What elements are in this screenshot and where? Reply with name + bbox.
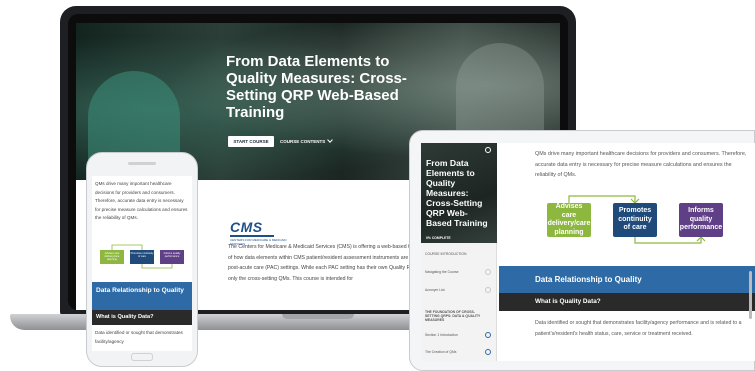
- sidebar-item-foundation[interactable]: THE FOUNDATION OF CROSS-SETTING QRPS: DA…: [425, 310, 481, 323]
- lesson-content: QMs drive many important healthcare deci…: [499, 143, 755, 361]
- sidebar-item-acronym-list[interactable]: Acronym List: [425, 287, 493, 293]
- sidebar-item-label: COURSE INTRODUCTION: [425, 252, 467, 256]
- sub-heading: What is Quality Data?: [92, 310, 192, 325]
- start-course-button[interactable]: START COURSE: [228, 136, 274, 147]
- diagram-box-promotes: Promotes continuity of care: [130, 250, 154, 264]
- chevron-down-icon: [327, 137, 334, 143]
- progress-circle-icon: [485, 349, 491, 355]
- laptop-notch: [282, 314, 354, 319]
- phone-paragraph-2: Data identified or sought that demonstra…: [95, 330, 183, 344]
- sidebar-item-label: The Creation of QMs: [425, 350, 457, 354]
- section-heading: Data Relationship to Quality: [499, 266, 755, 293]
- sidebar-item-navigating[interactable]: Navigating the Course: [425, 269, 493, 275]
- diagram-box-informs: Informs quality performance: [160, 250, 184, 264]
- phone-paragraph: QMs drive many important healthcare deci…: [95, 181, 188, 221]
- cms-logo: CMS: [230, 219, 263, 235]
- cms-logo-underline: [230, 235, 274, 237]
- sidebar-course-title: From Data Elements to Quality Measures: …: [426, 158, 488, 228]
- diagram-box-informs: Informs quality performance: [679, 203, 723, 237]
- search-icon[interactable]: [485, 147, 491, 153]
- sidebar-item-section1-intro[interactable]: Section 1 Introduction: [425, 332, 493, 338]
- sidebar-item-label: Navigating the Course: [425, 270, 459, 274]
- progress-circle-icon: [485, 332, 491, 338]
- sidebar-item-creation-of-qms[interactable]: The Creation of QMs: [425, 349, 493, 355]
- phone-speaker: [128, 162, 156, 165]
- progress-circle-icon: [485, 287, 491, 293]
- diagram-box-promotes: Promotes continuity of care: [613, 203, 657, 237]
- tablet-screen: From Data Elements to Quality Measures: …: [421, 143, 755, 361]
- course-sidebar: From Data Elements to Quality Measures: …: [421, 143, 497, 361]
- sidebar-item-label: Acronym List: [425, 288, 445, 292]
- phone-diagram: Advises care delivery/care planning Prom…: [100, 242, 184, 270]
- quality-diagram: Advises care delivery/care planning Prom…: [547, 195, 747, 245]
- section-heading: Data Relationship to Quality: [92, 282, 192, 310]
- diagram-box-advises: Advises care delivery/care planning: [547, 203, 591, 237]
- phone-screen: QMs drive many important healthcare deci…: [92, 176, 192, 351]
- progress-circle-icon: [485, 269, 491, 275]
- scrollbar[interactable]: [749, 271, 752, 319]
- sidebar-item-label: THE FOUNDATION OF CROSS-SETTING QRPS: DA…: [425, 310, 481, 323]
- sub-heading: What is Quality Data?: [499, 293, 755, 311]
- lesson-paragraph-2: Data identified or sought that demonstra…: [535, 320, 742, 337]
- sidebar-item-label: Section 1 Introduction: [425, 333, 458, 337]
- phone-home-button[interactable]: [131, 353, 153, 361]
- course-contents-label: COURSE CONTENTS: [280, 139, 326, 144]
- course-title: From Data Elements to Quality Measures: …: [226, 53, 407, 121]
- sidebar-item-course-introduction[interactable]: COURSE INTRODUCTION: [425, 252, 493, 256]
- diagram-box-advises: Advises care delivery/care planning: [100, 250, 124, 264]
- course-contents-button[interactable]: COURSE CONTENTS: [280, 136, 340, 147]
- lesson-paragraph: QMs drive many important healthcare deci…: [535, 151, 747, 178]
- progress-label: 0% COMPLETE: [426, 236, 451, 240]
